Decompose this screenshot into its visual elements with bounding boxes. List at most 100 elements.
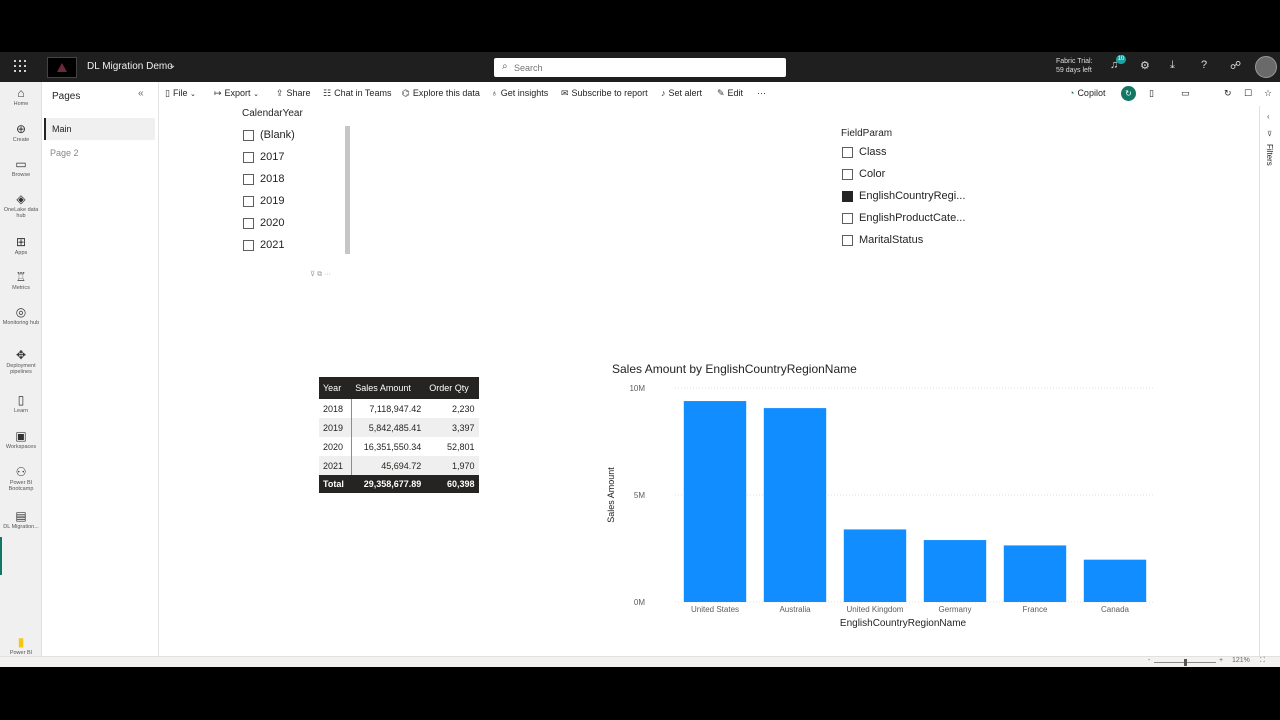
nav-icon: ✥: [15, 348, 27, 362]
download-icon[interactable]: ⤓: [1170, 59, 1175, 72]
nav-item[interactable]: ◎ Monitoring hub: [0, 305, 42, 326]
export-icon: ↦: [214, 88, 222, 98]
slicer-item-label: 2018: [260, 173, 285, 185]
more-options-button[interactable]: ···: [757, 88, 766, 98]
bar[interactable]: [843, 529, 907, 602]
nav-item[interactable]: ▤ DL Migration...: [0, 509, 42, 530]
checkbox[interactable]: [243, 240, 254, 251]
checkbox[interactable]: [842, 213, 853, 224]
checkbox[interactable]: [243, 196, 254, 207]
slicer-item-label: 2021: [260, 239, 285, 251]
view-icon[interactable]: ▭: [1181, 88, 1190, 99]
share-button[interactable]: ⇪ Share: [276, 88, 311, 99]
search-input[interactable]: [514, 60, 774, 75]
chat-in-teams-button[interactable]: ☷ Chat in Teams: [323, 88, 391, 99]
file-menu[interactable]: ▯ File ⌄: [165, 88, 196, 99]
y-tick-label: 10M: [629, 384, 645, 393]
checkbox[interactable]: [243, 130, 254, 141]
table-total-cell: Total: [319, 475, 352, 493]
nav-item[interactable]: ⌂ Home: [0, 86, 42, 107]
zoom-out-button[interactable]: -: [1148, 657, 1150, 664]
table-row: 2019 5,842,485.41 3,397: [319, 418, 479, 437]
nav-label: Deployment pipelines: [6, 363, 36, 375]
nav-item[interactable]: ⊕ Create: [0, 122, 42, 143]
column-header[interactable]: Year: [319, 377, 352, 399]
nav-icon: ⚇: [15, 465, 27, 479]
checkbox[interactable]: [243, 218, 254, 229]
page-tab-page-2[interactable]: Page 2: [44, 142, 155, 164]
copilot-button[interactable]: ◔ Copilot: [1069, 88, 1105, 98]
bar[interactable]: [683, 401, 747, 602]
status-bar: - + 121% ⛶: [0, 656, 1280, 667]
chevron-down-icon[interactable]: ⌄: [168, 60, 176, 71]
trial-status[interactable]: Fabric Trial: 59 days left: [1056, 57, 1093, 75]
feedback-icon[interactable]: ☍: [1230, 59, 1241, 72]
refresh-icon[interactable]: ↻: [1121, 86, 1136, 101]
edit-button[interactable]: ✎ Edit: [717, 88, 743, 99]
nav-icon: ▤: [15, 509, 27, 523]
checkbox[interactable]: [842, 169, 853, 180]
x-tick-label: Canada: [1101, 605, 1130, 614]
slicer-scrollbar[interactable]: [345, 126, 350, 254]
zoom-level[interactable]: 121%: [1232, 657, 1250, 664]
get-insights-button[interactable]: ♁ Get insights: [491, 88, 548, 98]
checkbox[interactable]: [842, 191, 853, 202]
bar[interactable]: [1003, 545, 1067, 602]
export-menu[interactable]: ↦ Export ⌄: [214, 88, 259, 99]
copilot-icon: ◔: [1069, 88, 1075, 98]
comment-icon[interactable]: ☐: [1244, 88, 1252, 99]
search-box[interactable]: ⌕: [494, 58, 786, 77]
gear-icon[interactable]: ⚙: [1140, 59, 1150, 72]
table-row: 2021 45,694.72 1,970: [319, 456, 479, 475]
checkbox[interactable]: [842, 147, 853, 158]
subscribe-button[interactable]: ✉ Subscribe to report: [561, 88, 648, 99]
favorite-icon[interactable]: ☆: [1264, 88, 1272, 99]
zoom-in-button[interactable]: +: [1219, 657, 1223, 664]
page-tab-main[interactable]: Main: [44, 118, 155, 140]
explore-data-button[interactable]: ⌬ Explore this data: [402, 88, 480, 99]
app-launcher-icon[interactable]: [14, 60, 28, 74]
chevron-down-icon: ⌄: [189, 91, 196, 98]
nav-item[interactable]: ▣ Workspaces: [0, 429, 42, 450]
bar[interactable]: [763, 408, 827, 602]
fit-page-icon[interactable]: ⛶: [1260, 657, 1265, 665]
filters-pane-collapsed[interactable]: ‹ ⊽ Filters: [1259, 106, 1280, 656]
chart-title: Sales Amount by EnglishCountryRegionName: [612, 362, 857, 376]
zoom-slider-handle[interactable]: [1184, 659, 1187, 666]
avatar[interactable]: [1255, 56, 1277, 78]
nav-item[interactable]: ⚇ Power BI Bootcamp: [0, 465, 42, 492]
checkbox[interactable]: [243, 174, 254, 185]
set-alert-button[interactable]: ♪ Set alert: [661, 88, 702, 98]
visual-options-icon[interactable]: ⊽ ⧉ ···: [310, 270, 331, 279]
column-header[interactable]: Sales Amount: [351, 377, 426, 399]
bookmark-icon[interactable]: ▯: [1149, 88, 1154, 99]
reload-icon[interactable]: ↻: [1224, 88, 1232, 99]
nav-icon: ⊕: [15, 122, 27, 136]
bar[interactable]: [1083, 559, 1147, 602]
pages-title: Pages: [52, 91, 81, 102]
checkbox[interactable]: [842, 235, 853, 246]
nav-item[interactable]: ✥ Deployment pipelines: [0, 348, 42, 375]
bar-chart-sales-by-country: Sales Amount by EnglishCountryRegionName…: [606, 362, 1155, 629]
table-cell: 5,842,485.41: [351, 418, 426, 437]
table-total-cell: 60,398: [425, 475, 479, 493]
nav-item-power-bi[interactable]: ▮ Power BI: [0, 635, 42, 656]
bar[interactable]: [923, 540, 987, 602]
y-tick-label: 0M: [634, 598, 645, 607]
nav-item[interactable]: ⊞ Apps: [0, 235, 42, 256]
collapse-icon[interactable]: «: [138, 88, 144, 99]
slicer-title-fieldparam: FieldParam: [841, 128, 893, 139]
nav-item[interactable]: ♖ Metrics: [0, 270, 42, 291]
column-header[interactable]: Order Qty: [425, 377, 479, 399]
help-icon[interactable]: ?: [1201, 59, 1207, 71]
x-axis-label: EnglishCountryRegionName: [840, 618, 967, 629]
left-nav: ⌂ Home ⊕ Create ▭ Browse ◈ OneLake data hub ⊞ App…: [0, 82, 42, 667]
checkbox[interactable]: [243, 152, 254, 163]
nav-item[interactable]: ◈ OneLake data hub: [0, 192, 42, 219]
nav-item[interactable]: ▭ Browse: [0, 157, 42, 178]
workspace-name[interactable]: DL Migration Demo: [87, 61, 173, 72]
nav-item[interactable]: ▯ Learn: [0, 393, 42, 414]
nav-label: DL Migration...: [3, 524, 39, 530]
table-cell: 2020: [319, 437, 352, 456]
slicer-item-label: 2017: [260, 151, 285, 163]
